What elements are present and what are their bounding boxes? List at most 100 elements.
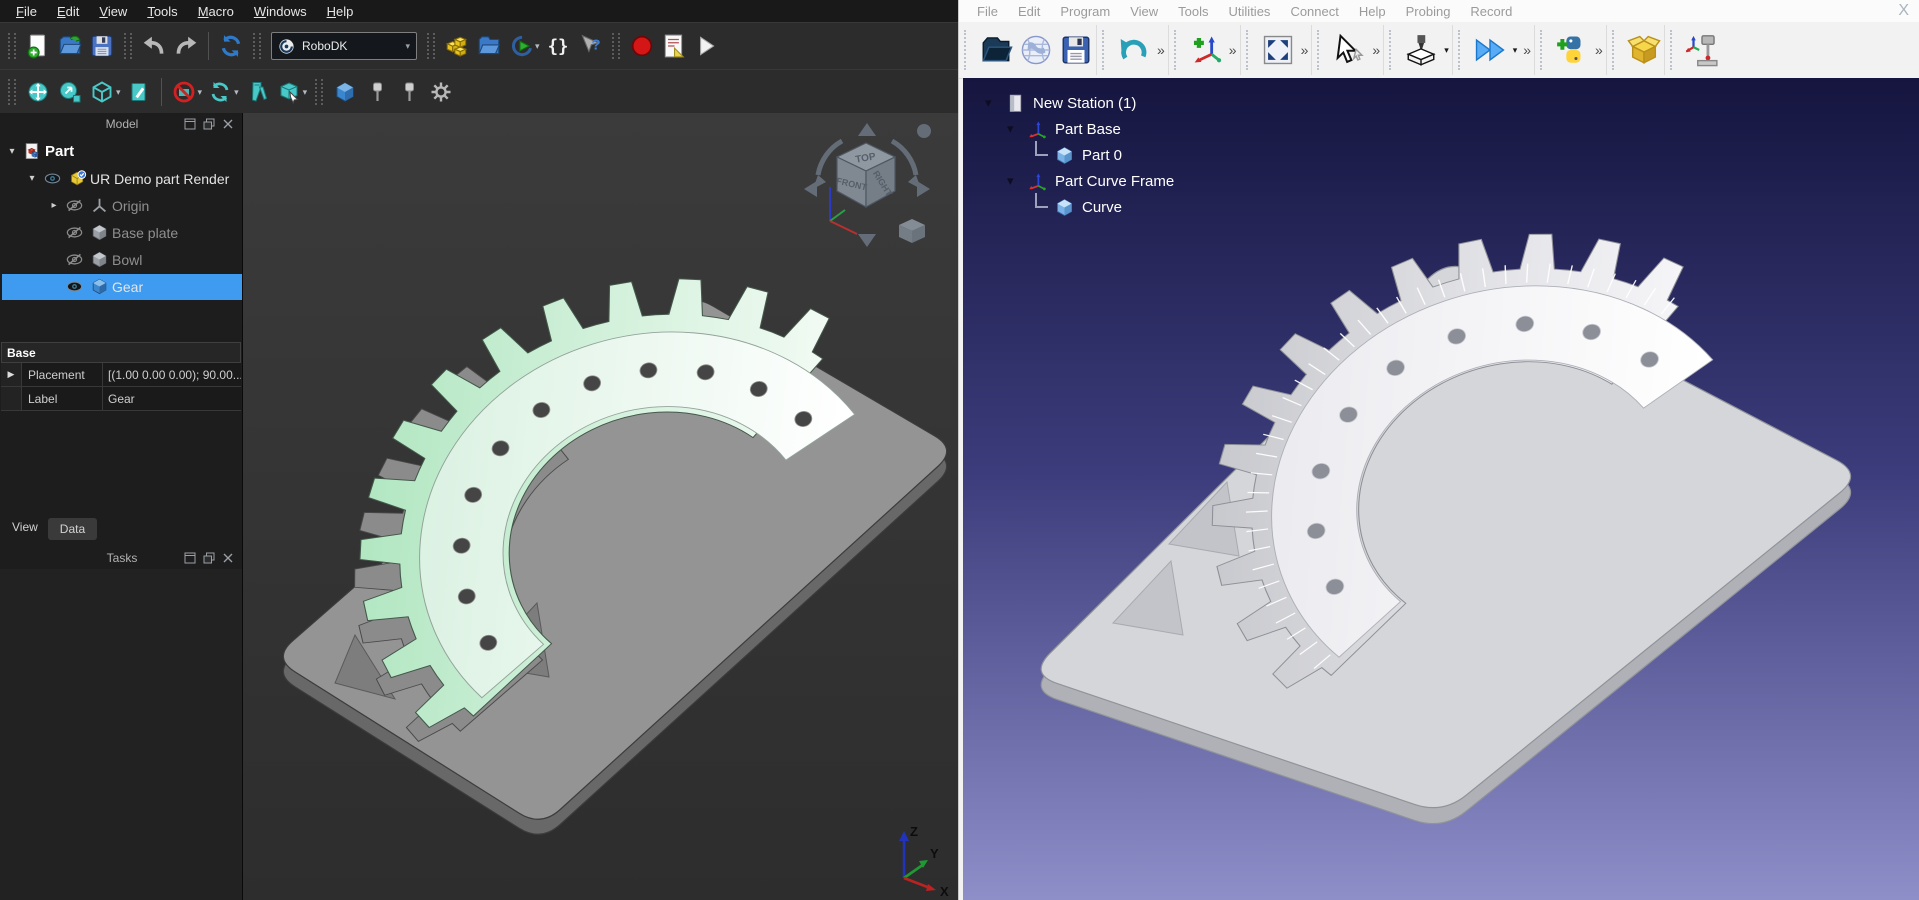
refresh-icon[interactable] bbox=[215, 30, 247, 62]
fit-all-icon[interactable] bbox=[22, 76, 54, 108]
property-value[interactable]: Gear bbox=[103, 387, 241, 410]
tab-view[interactable]: View bbox=[2, 515, 48, 539]
undo-icon[interactable] bbox=[1114, 30, 1154, 70]
property-row-label[interactable]: Label Gear bbox=[1, 387, 241, 411]
chevron-more-icon[interactable]: » bbox=[1595, 42, 1603, 58]
fit-view-icon[interactable] bbox=[1258, 30, 1298, 70]
tree-row-part-0[interactable]: Part 0 bbox=[985, 142, 1174, 168]
close-panel-icon[interactable] bbox=[222, 552, 234, 564]
chevron-down-icon[interactable]: ▾ bbox=[234, 87, 239, 98]
menu-edit[interactable]: Edit bbox=[47, 2, 89, 21]
chevron-more-icon[interactable]: » bbox=[1301, 42, 1309, 58]
tab-data[interactable]: Data bbox=[48, 518, 97, 540]
menu-program[interactable]: Program bbox=[1050, 2, 1120, 21]
freecad-3d-viewport[interactable]: TOP FRONT RIGHT bbox=[243, 113, 958, 900]
toolbar-drag-handle[interactable] bbox=[124, 33, 132, 59]
new-document-icon[interactable] bbox=[22, 30, 54, 62]
toolbar-drag-handle[interactable] bbox=[964, 30, 969, 70]
menu-help[interactable]: Help bbox=[1349, 2, 1396, 21]
toolbar-drag-handle[interactable] bbox=[1317, 30, 1322, 70]
add-reference-frame-icon[interactable] bbox=[1186, 30, 1226, 70]
toolbar-drag-handle[interactable] bbox=[1458, 30, 1463, 70]
chevron-down-icon[interactable]: ▾ bbox=[1513, 45, 1518, 56]
run-fast-simulation-icon[interactable] bbox=[1470, 30, 1510, 70]
pin-a-icon[interactable] bbox=[361, 76, 393, 108]
toolbar-drag-handle[interactable] bbox=[1389, 30, 1394, 70]
menu-tools[interactable]: Tools bbox=[137, 2, 187, 21]
isometric-view-icon[interactable] bbox=[86, 76, 118, 108]
expander-icon[interactable]: ▶ bbox=[1, 363, 22, 386]
tree-row-part[interactable]: ▾ Part bbox=[0, 138, 242, 165]
select-cursor-icon[interactable] bbox=[1329, 30, 1369, 70]
tree-row-station[interactable]: ▾ New Station (1) bbox=[985, 90, 1174, 116]
chevron-down-icon[interactable]: ▾ bbox=[1444, 45, 1449, 56]
toolbar-drag-handle[interactable] bbox=[1246, 30, 1251, 70]
sync-view-icon[interactable] bbox=[204, 76, 236, 108]
save-icon[interactable] bbox=[86, 30, 118, 62]
toolbar-drag-handle[interactable] bbox=[1670, 30, 1675, 70]
machining-project-icon[interactable] bbox=[1401, 30, 1441, 70]
expander-icon[interactable]: ▸ bbox=[46, 200, 62, 211]
zoom-selection-icon[interactable] bbox=[54, 76, 86, 108]
menu-connect[interactable]: Connect bbox=[1280, 2, 1348, 21]
tree-row-part-curve-frame[interactable]: ▾ Part Curve Frame bbox=[985, 168, 1174, 194]
settings-gear-icon[interactable] bbox=[425, 76, 457, 108]
menu-record[interactable]: Record bbox=[1460, 2, 1522, 21]
hidden-eye-icon[interactable] bbox=[65, 250, 84, 269]
clipping-plane-icon[interactable] bbox=[168, 76, 200, 108]
toolbar-drag-handle[interactable] bbox=[1612, 30, 1617, 70]
tree-row-part-base[interactable]: ▾ Part Base bbox=[985, 116, 1174, 142]
tree-row-curve[interactable]: Curve bbox=[985, 194, 1174, 220]
toolbar-drag-handle[interactable] bbox=[1102, 30, 1107, 70]
float-panel-icon[interactable] bbox=[203, 552, 215, 564]
load-parts-icon[interactable] bbox=[441, 30, 473, 62]
chevron-more-icon[interactable]: » bbox=[1229, 42, 1237, 58]
expander-icon[interactable]: ▾ bbox=[985, 95, 1005, 111]
menu-file[interactable]: File bbox=[967, 2, 1008, 21]
add-python-script-icon[interactable] bbox=[1552, 30, 1592, 70]
hidden-eye-icon[interactable] bbox=[65, 223, 84, 242]
chevron-down-icon[interactable]: ▾ bbox=[535, 41, 540, 52]
expander-icon[interactable]: ▾ bbox=[4, 146, 20, 157]
navigation-cube[interactable]: TOP FRONT RIGHT bbox=[800, 121, 934, 249]
expander-icon[interactable]: ▾ bbox=[24, 173, 40, 184]
toolbar-drag-handle[interactable] bbox=[1174, 30, 1179, 70]
close-window-button[interactable]: X bbox=[1898, 2, 1919, 20]
measure-probe-icon[interactable] bbox=[1682, 30, 1722, 70]
tree-row-bowl[interactable]: Bowl bbox=[0, 246, 242, 273]
blue-cube-icon[interactable] bbox=[329, 76, 361, 108]
property-value[interactable]: [(1.00 0.00 0.00); 90.00... bbox=[103, 363, 241, 386]
toolbar-drag-handle[interactable] bbox=[315, 79, 323, 105]
property-group-title[interactable]: Base bbox=[1, 342, 241, 363]
macro-document-icon[interactable] bbox=[658, 30, 690, 62]
menu-help[interactable]: Help bbox=[317, 2, 364, 21]
toolbar-drag-handle[interactable] bbox=[1540, 30, 1545, 70]
chevron-more-icon[interactable]: » bbox=[1157, 42, 1165, 58]
play-icon[interactable] bbox=[690, 30, 722, 62]
float-panel-icon[interactable] bbox=[203, 118, 215, 130]
online-library-icon[interactable] bbox=[1016, 30, 1056, 70]
box-selection-icon[interactable] bbox=[273, 76, 305, 108]
menu-file[interactable]: File bbox=[6, 2, 47, 21]
toolbar-drag-handle[interactable] bbox=[427, 33, 435, 59]
menu-edit[interactable]: Edit bbox=[1008, 2, 1050, 21]
tree-row-gear[interactable]: Gear bbox=[0, 273, 242, 300]
tree-row-base-plate[interactable]: Base plate bbox=[0, 219, 242, 246]
save-station-icon[interactable] bbox=[1056, 30, 1096, 70]
export-model-icon[interactable] bbox=[505, 30, 537, 62]
close-panel-icon[interactable] bbox=[222, 118, 234, 130]
menu-tools[interactable]: Tools bbox=[1168, 2, 1218, 21]
tree-row-origin[interactable]: ▸ Origin bbox=[0, 192, 242, 219]
open-file-icon[interactable] bbox=[976, 30, 1016, 70]
expander-icon[interactable]: ▾ bbox=[1007, 173, 1027, 189]
toolbar-drag-handle[interactable] bbox=[8, 79, 16, 105]
chevron-down-icon[interactable]: ▾ bbox=[303, 87, 308, 98]
toolbar-drag-handle[interactable] bbox=[8, 33, 16, 59]
open-folder-icon[interactable] bbox=[473, 30, 505, 62]
visible-eye-icon[interactable] bbox=[43, 169, 62, 188]
robodk-3d-viewport[interactable]: ▾ New Station (1) ▾ Part Base Part 0 ▾ bbox=[963, 78, 1919, 900]
menu-view[interactable]: View bbox=[1120, 2, 1168, 21]
draw-style-icon[interactable] bbox=[123, 76, 155, 108]
menu-macro[interactable]: Macro bbox=[188, 2, 244, 21]
expander-icon[interactable]: ▾ bbox=[1007, 121, 1027, 137]
